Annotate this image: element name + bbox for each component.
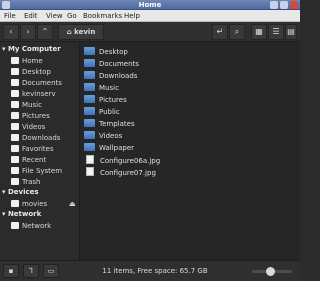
icon-view-button[interactable]: ▦ — [251, 24, 267, 40]
places-toggle-button[interactable]: ▪ — [3, 264, 19, 278]
menu-bar: File Edit View Go Bookmarks Help — [0, 10, 300, 22]
zoom-slider-knob[interactable] — [266, 267, 275, 276]
up-button[interactable]: ⌃ — [37, 24, 53, 40]
star-icon — [11, 145, 19, 152]
list-item[interactable]: Public — [84, 107, 120, 118]
grid-icon: ▦ — [255, 27, 263, 36]
menu-help[interactable]: Help — [124, 10, 140, 22]
file-icon — [86, 155, 94, 164]
sidebar-item-desktop[interactable]: Desktop — [11, 67, 51, 77]
section-devices[interactable]: ▾ Devices — [2, 188, 39, 196]
list-item[interactable]: Wallpaper — [84, 143, 134, 154]
recent-icon — [11, 156, 19, 163]
music-icon — [11, 101, 19, 108]
tree-toggle-button[interactable]: ⅂ — [23, 264, 39, 278]
list-item[interactable]: Downloads — [84, 71, 137, 82]
folder-icon — [84, 119, 95, 127]
folder-icon — [84, 71, 95, 79]
path-label: kevin — [74, 28, 96, 36]
camera-icon — [11, 112, 19, 119]
forward-button[interactable]: › — [20, 24, 36, 40]
folder-icon — [11, 90, 19, 97]
trash-icon — [11, 178, 19, 185]
menu-file[interactable]: File — [4, 10, 16, 22]
status-text: 11 items, Free space: 65.7 GB — [102, 267, 208, 275]
list-item[interactable]: Music — [84, 83, 119, 94]
sidebar: ▾ My Computer Home Desktop Documents kev… — [0, 42, 80, 260]
tree-icon: ⅂ — [29, 267, 33, 275]
sidebar-item-movies[interactable]: movies — [11, 199, 47, 209]
compact-icon: ▤ — [287, 27, 295, 36]
zoom-slider[interactable] — [252, 267, 292, 276]
sidebar-item-videos[interactable]: Videos — [11, 122, 45, 132]
window-title: Home — [138, 1, 162, 9]
file-list: Desktop Documents Downloads Music Pictur… — [80, 42, 300, 260]
maximize-button[interactable] — [280, 1, 288, 9]
folder-icon — [84, 143, 95, 151]
sidebar-toggle-button[interactable]: ▭ — [43, 264, 59, 278]
home-icon — [11, 57, 19, 64]
sidebar-item-downloads[interactable]: Downloads — [11, 133, 60, 143]
list-item[interactable]: Configure06a.jpg — [84, 155, 160, 166]
section-network[interactable]: ▾ Network — [2, 210, 41, 218]
up-icon: ⌃ — [41, 27, 49, 36]
back-button[interactable]: ‹ — [3, 24, 19, 40]
eject-icon[interactable]: ⏏ — [69, 199, 76, 209]
list-item[interactable]: Documents — [84, 59, 139, 70]
list-icon: ☰ — [272, 27, 280, 36]
folder-icon — [84, 95, 95, 103]
menu-edit[interactable]: Edit — [24, 10, 38, 22]
back-icon: ‹ — [9, 27, 13, 36]
sidebar-item-trash[interactable]: Trash — [11, 177, 41, 187]
toolbar: ‹ › ⌃ ⌂ kevin ↵ ⌕ ▦ ☰ ▤ — [0, 22, 300, 42]
sidebar-item-favorites[interactable]: Favorites — [11, 144, 54, 154]
folder-icon — [84, 59, 95, 67]
drive-icon — [11, 167, 19, 174]
list-item[interactable]: Videos — [84, 131, 122, 142]
menu-view[interactable]: View — [46, 10, 63, 22]
sidebar-item-file-system[interactable]: File System — [11, 166, 62, 176]
folder-icon — [11, 68, 19, 75]
list-view-button[interactable]: ☰ — [268, 24, 284, 40]
search-icon: ⌕ — [234, 27, 240, 36]
video-icon — [11, 123, 19, 130]
forward-icon: › — [26, 27, 30, 36]
drive-icon — [11, 200, 19, 207]
menu-go[interactable]: Go — [67, 10, 77, 22]
close-button[interactable] — [290, 1, 298, 9]
download-icon — [11, 134, 19, 141]
search-button[interactable]: ⌕ — [229, 24, 245, 40]
sidebar-item-home[interactable]: Home — [11, 56, 43, 66]
minimize-button[interactable] — [270, 1, 278, 9]
folder-icon — [84, 47, 95, 55]
folder-icon — [84, 131, 95, 139]
list-item[interactable]: Desktop — [84, 47, 128, 58]
sidebar-item-documents[interactable]: Documents — [11, 78, 62, 88]
compact-view-button[interactable]: ▤ — [285, 24, 297, 40]
folder-icon — [84, 107, 95, 115]
location-icon: ↵ — [216, 27, 224, 36]
title-bar: Home — [0, 0, 300, 10]
sidebar-item-kevinserv[interactable]: kevinserv — [11, 89, 56, 99]
places-icon: ▪ — [8, 267, 14, 275]
location-toggle-button[interactable]: ↵ — [212, 24, 228, 40]
menu-bookmarks[interactable]: Bookmarks — [83, 10, 122, 22]
file-icon — [86, 167, 94, 176]
sidebar-item-network[interactable]: Network — [11, 221, 51, 231]
path-button-kevin[interactable]: ⌂ kevin — [58, 24, 104, 40]
status-bar: ▪ ⅂ ▭ 11 items, Free space: 65.7 GB — [0, 260, 300, 281]
network-icon — [11, 222, 19, 229]
list-item[interactable]: Templates — [84, 119, 135, 130]
list-item[interactable]: Configure07.jpg — [84, 167, 156, 178]
list-item[interactable]: Pictures — [84, 95, 127, 106]
sidebar-item-music[interactable]: Music — [11, 100, 42, 110]
sidebar-item-pictures[interactable]: Pictures — [11, 111, 50, 121]
sidebar-icon: ▭ — [47, 267, 55, 275]
section-my-computer[interactable]: ▾ My Computer — [2, 45, 61, 53]
folder-icon — [11, 79, 19, 86]
folder-icon — [84, 83, 95, 91]
sidebar-item-recent[interactable]: Recent — [11, 155, 46, 165]
